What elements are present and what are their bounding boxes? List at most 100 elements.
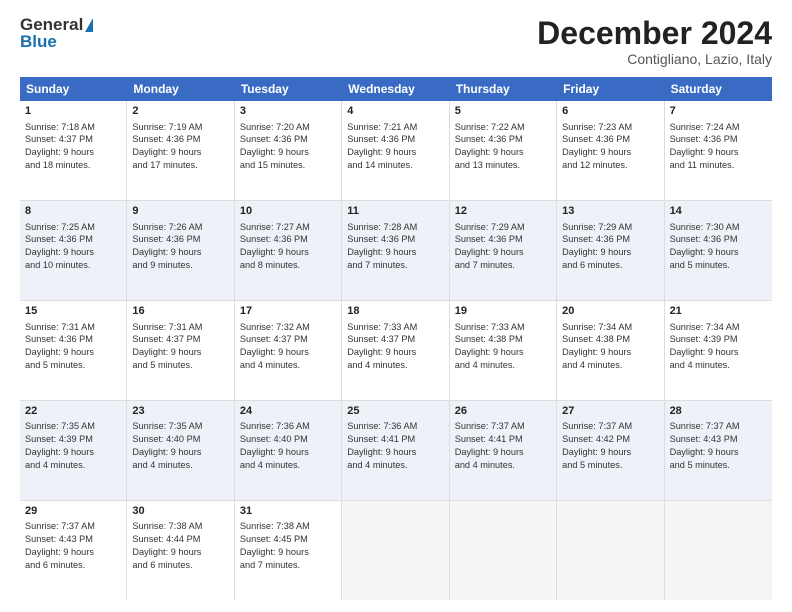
day-info: and 12 minutes.: [562, 159, 658, 172]
day-info: Sunrise: 7:24 AM: [670, 121, 767, 134]
calendar-cell: 21Sunrise: 7:34 AMSunset: 4:39 PMDayligh…: [665, 301, 772, 400]
day-info: Sunrise: 7:37 AM: [455, 420, 551, 433]
day-info: Sunset: 4:44 PM: [132, 533, 228, 546]
day-info: Daylight: 9 hours: [240, 546, 336, 559]
day-info: Sunset: 4:38 PM: [562, 333, 658, 346]
day-info: Daylight: 9 hours: [240, 346, 336, 359]
day-info: and 6 minutes.: [132, 559, 228, 572]
page: General Blue December 2024 Contigliano, …: [0, 0, 792, 612]
day-number: 21: [670, 304, 767, 319]
day-info: and 4 minutes.: [455, 359, 551, 372]
day-info: Sunrise: 7:18 AM: [25, 121, 121, 134]
calendar-cell: 14Sunrise: 7:30 AMSunset: 4:36 PMDayligh…: [665, 201, 772, 300]
day-info: Sunrise: 7:26 AM: [132, 221, 228, 234]
day-info: Sunrise: 7:38 AM: [132, 520, 228, 533]
calendar-cell: 28Sunrise: 7:37 AMSunset: 4:43 PMDayligh…: [665, 401, 772, 500]
day-info: Daylight: 9 hours: [25, 546, 121, 559]
day-info: Sunset: 4:36 PM: [132, 133, 228, 146]
day-info: Sunrise: 7:20 AM: [240, 121, 336, 134]
calendar-week-5: 29Sunrise: 7:37 AMSunset: 4:43 PMDayligh…: [20, 501, 772, 600]
day-header-tuesday: Tuesday: [235, 77, 342, 101]
day-number: 12: [455, 204, 551, 219]
day-info: Sunset: 4:39 PM: [670, 333, 767, 346]
calendar-cell: [665, 501, 772, 600]
day-info: Sunrise: 7:33 AM: [347, 321, 443, 334]
day-info: Sunrise: 7:19 AM: [132, 121, 228, 134]
day-number: 10: [240, 204, 336, 219]
day-info: Daylight: 9 hours: [455, 146, 551, 159]
header-right: December 2024 Contigliano, Lazio, Italy: [537, 16, 772, 67]
calendar-cell: 3 Sunrise: 7:20 AMSunset: 4:36 PMDaylight…: [235, 101, 342, 200]
day-info: Daylight: 9 hours: [132, 346, 228, 359]
day-number: 14: [670, 204, 767, 219]
day-info: and 5 minutes.: [670, 459, 767, 472]
day-info: and 7 minutes.: [347, 259, 443, 272]
day-header-saturday: Saturday: [665, 77, 772, 101]
calendar-cell: 2 Sunrise: 7:19 AMSunset: 4:36 PMDaylight…: [127, 101, 234, 200]
day-info: Sunset: 4:40 PM: [132, 433, 228, 446]
day-info: Sunrise: 7:27 AM: [240, 221, 336, 234]
day-header-friday: Friday: [557, 77, 664, 101]
calendar-cell: 24Sunrise: 7:36 AMSunset: 4:40 PMDayligh…: [235, 401, 342, 500]
day-info: Daylight: 9 hours: [347, 346, 443, 359]
calendar-cell: 29Sunrise: 7:37 AMSunset: 4:43 PMDayligh…: [20, 501, 127, 600]
day-info: Daylight: 9 hours: [455, 346, 551, 359]
day-info: Sunset: 4:39 PM: [25, 433, 121, 446]
day-info: Daylight: 9 hours: [25, 346, 121, 359]
day-number: 25: [347, 404, 443, 419]
day-number: 17: [240, 304, 336, 319]
day-info: Sunset: 4:42 PM: [562, 433, 658, 446]
logo-blue: Blue: [20, 33, 93, 52]
day-info: Sunset: 4:43 PM: [25, 533, 121, 546]
day-info: Sunset: 4:36 PM: [347, 233, 443, 246]
day-info: Daylight: 9 hours: [240, 446, 336, 459]
day-info: Sunrise: 7:28 AM: [347, 221, 443, 234]
day-info: Sunrise: 7:37 AM: [25, 520, 121, 533]
day-number: 8: [25, 204, 121, 219]
day-number: 22: [25, 404, 121, 419]
logo-triangle-icon: [85, 18, 93, 32]
day-info: Sunrise: 7:29 AM: [562, 221, 658, 234]
day-info: and 13 minutes.: [455, 159, 551, 172]
day-number: 30: [132, 504, 228, 519]
day-info: Daylight: 9 hours: [670, 346, 767, 359]
day-info: Daylight: 9 hours: [562, 146, 658, 159]
day-info: Sunrise: 7:36 AM: [240, 420, 336, 433]
day-number: 5: [455, 104, 551, 119]
day-info: Daylight: 9 hours: [132, 246, 228, 259]
day-info: and 4 minutes.: [347, 459, 443, 472]
day-info: Sunrise: 7:25 AM: [25, 221, 121, 234]
day-info: Sunrise: 7:33 AM: [455, 321, 551, 334]
calendar-cell: 6Sunrise: 7:23 AMSunset: 4:36 PMDaylight…: [557, 101, 664, 200]
day-info: Sunset: 4:36 PM: [240, 233, 336, 246]
day-info: and 4 minutes.: [562, 359, 658, 372]
calendar-cell: 26Sunrise: 7:37 AMSunset: 4:41 PMDayligh…: [450, 401, 557, 500]
day-number: 6: [562, 104, 658, 119]
day-number: 16: [132, 304, 228, 319]
day-info: Sunrise: 7:32 AM: [240, 321, 336, 334]
day-number: 9: [132, 204, 228, 219]
day-info: and 4 minutes.: [132, 459, 228, 472]
calendar-cell: 19Sunrise: 7:33 AMSunset: 4:38 PMDayligh…: [450, 301, 557, 400]
day-info: Daylight: 9 hours: [240, 146, 336, 159]
day-info: Sunset: 4:37 PM: [132, 333, 228, 346]
day-number: 2: [132, 104, 228, 119]
calendar-cell: [342, 501, 449, 600]
day-info: Daylight: 9 hours: [132, 146, 228, 159]
day-info: Sunrise: 7:29 AM: [455, 221, 551, 234]
day-info: Sunset: 4:41 PM: [455, 433, 551, 446]
day-info: Daylight: 9 hours: [25, 246, 121, 259]
day-info: and 8 minutes.: [240, 259, 336, 272]
calendar: SundayMondayTuesdayWednesdayThursdayFrid…: [20, 77, 772, 600]
day-info: Sunset: 4:41 PM: [347, 433, 443, 446]
calendar-cell: 17Sunrise: 7:32 AMSunset: 4:37 PMDayligh…: [235, 301, 342, 400]
day-number: 1: [25, 104, 121, 119]
day-info: Sunrise: 7:37 AM: [670, 420, 767, 433]
location: Contigliano, Lazio, Italy: [537, 51, 772, 67]
day-number: 3: [240, 104, 336, 119]
day-info: and 17 minutes.: [132, 159, 228, 172]
day-info: Sunset: 4:36 PM: [240, 133, 336, 146]
day-info: Sunset: 4:36 PM: [455, 133, 551, 146]
day-info: Sunrise: 7:34 AM: [562, 321, 658, 334]
day-info: and 4 minutes.: [347, 359, 443, 372]
